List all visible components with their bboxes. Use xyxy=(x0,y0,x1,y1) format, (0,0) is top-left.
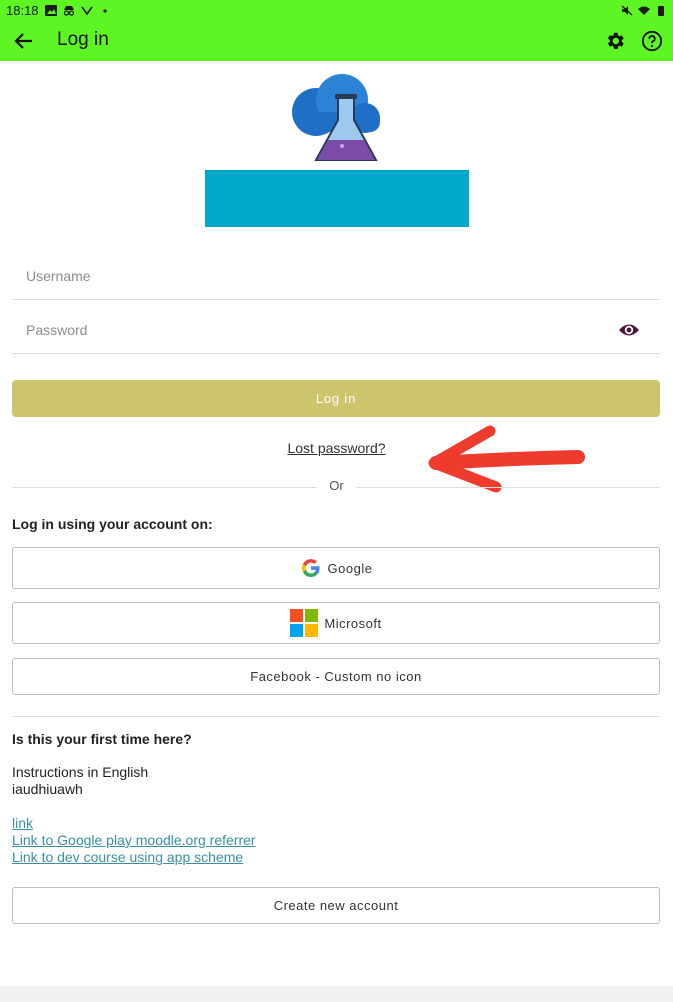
facebook-label: Facebook - Custom no icon xyxy=(250,669,422,684)
app-notification-icon xyxy=(80,6,93,15)
google-login-button[interactable]: Google xyxy=(12,547,660,589)
identity-providers-heading: Log in using your account on: xyxy=(12,516,213,532)
status-bar: 18:18 xyxy=(0,0,673,20)
eye-icon[interactable] xyxy=(618,321,640,339)
gallery-notification-icon xyxy=(44,4,57,16)
google-logo-icon xyxy=(301,559,320,577)
instructions-line-1: Instructions in English xyxy=(12,764,149,780)
site-name-banner xyxy=(205,170,469,227)
google-label: Google xyxy=(327,560,373,576)
first-time-heading: Is this your first time here? xyxy=(12,731,192,747)
gear-icon[interactable] xyxy=(604,30,626,52)
mute-icon xyxy=(621,5,633,15)
section-divider xyxy=(12,716,660,717)
battery-icon xyxy=(658,5,664,16)
incognito-notification-icon xyxy=(63,5,74,16)
instructions-link[interactable]: link xyxy=(12,815,33,832)
app-bar: Log in xyxy=(0,20,673,61)
site-url-text xyxy=(205,222,469,228)
status-time: 18:18 xyxy=(6,2,39,18)
login-button[interactable]: Log in xyxy=(12,380,660,417)
microsoft-login-button[interactable]: Microsoft xyxy=(12,602,660,644)
dev-course-link[interactable]: Link to dev course using app scheme xyxy=(12,849,243,866)
facebook-login-button[interactable]: Facebook - Custom no icon xyxy=(12,658,660,695)
username-field xyxy=(12,252,660,300)
google-play-link[interactable]: Link to Google play moodle.org referrer xyxy=(12,832,256,849)
or-separator: Or xyxy=(0,478,673,493)
microsoft-label: Microsoft xyxy=(324,615,382,631)
create-account-button[interactable]: Create new account xyxy=(12,887,660,924)
arrow-left-icon[interactable] xyxy=(12,29,36,53)
wifi-icon xyxy=(638,6,650,15)
site-logo xyxy=(292,74,380,161)
bottom-edge xyxy=(0,986,673,1002)
or-label: Or xyxy=(317,478,356,493)
password-input[interactable] xyxy=(26,320,586,340)
username-input[interactable] xyxy=(26,266,586,286)
help-circle-icon[interactable] xyxy=(641,30,663,52)
password-field xyxy=(12,306,660,354)
microsoft-logo-icon xyxy=(290,609,319,637)
page-title: Log in xyxy=(57,29,109,50)
dot-notification-icon xyxy=(102,8,107,13)
instructions-line-2: iaudhiuawh xyxy=(12,781,83,797)
